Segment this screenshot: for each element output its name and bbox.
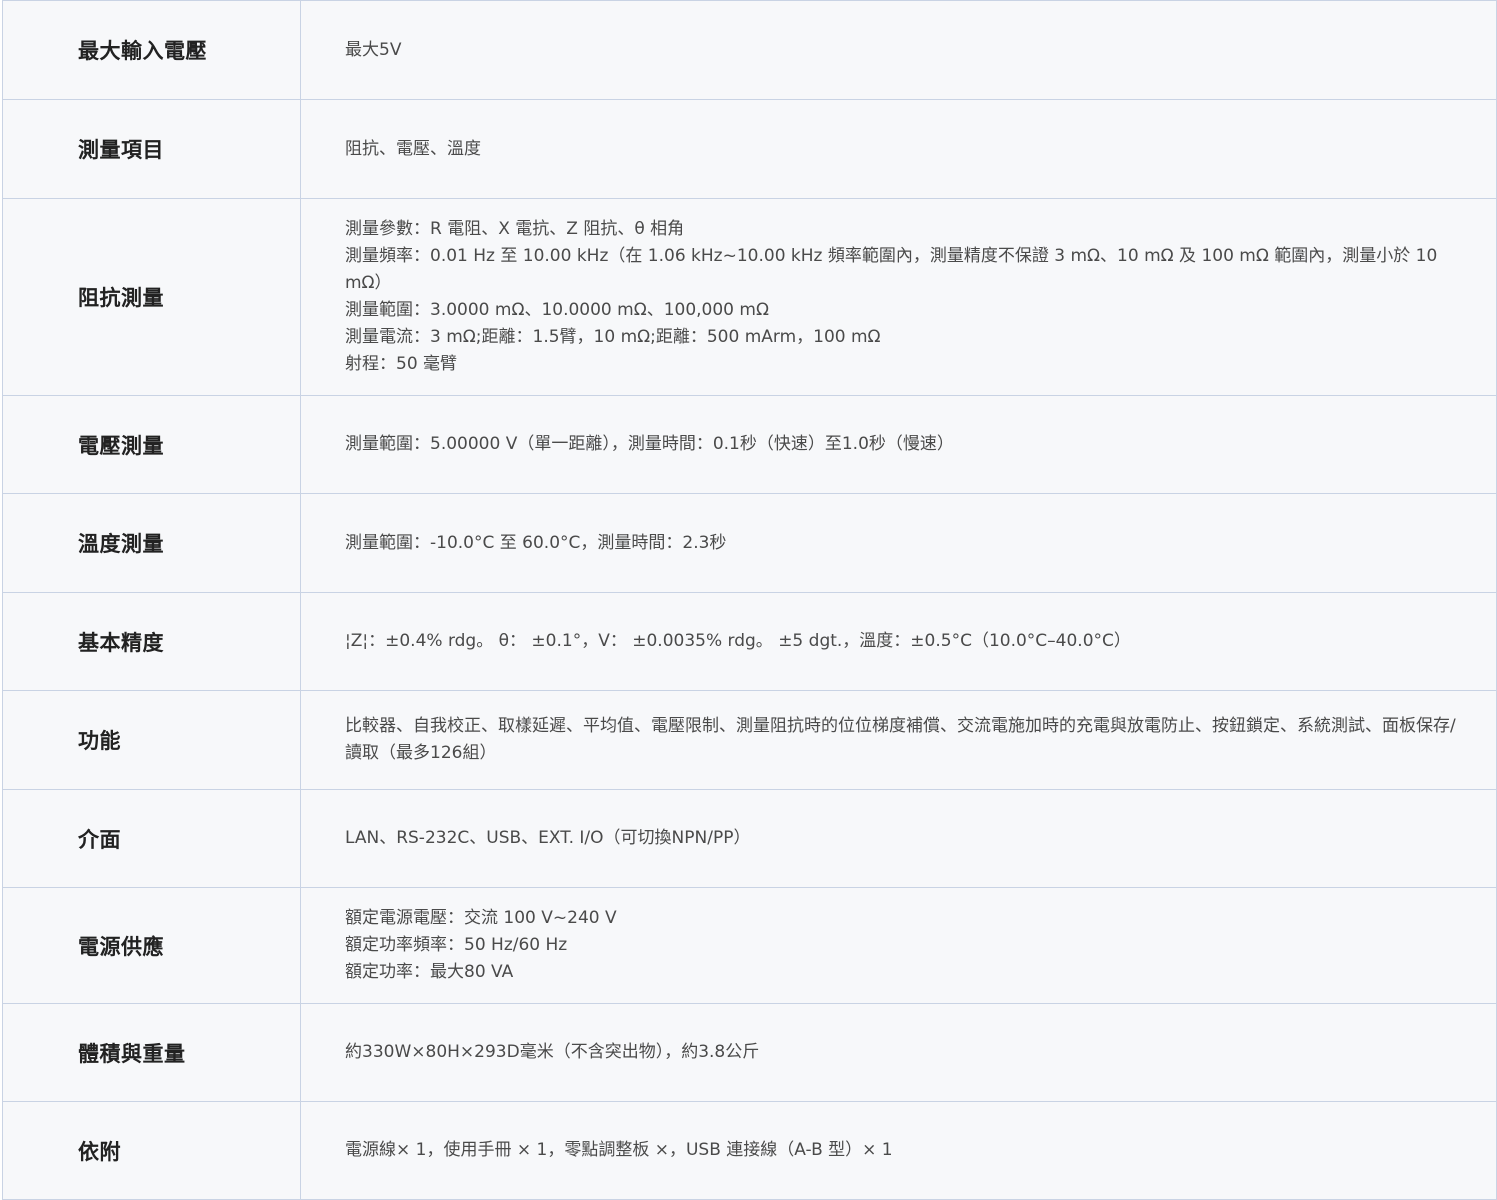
spec-value-line: 測量範圍：-10.0°C 至 60.0°C，測量時間：2.3秒 <box>345 532 727 553</box>
spec-value-line: ¦Z¦：±0.4% rdg。 θ： ±0.1°，V： ±0.0035% rdg。… <box>345 631 1131 651</box>
spec-value-line: 最大5V <box>345 39 402 60</box>
spec-value-line: 阻抗、電壓、溫度 <box>345 138 481 159</box>
spec-value-line: 測量範圍：3.0000 mΩ、10.0000 mΩ、100,000 mΩ <box>345 300 769 320</box>
spec-label: 測量項目 <box>2 99 301 199</box>
spec-value-line: 額定電源電壓：交流 100 V~240 V <box>345 908 617 928</box>
spec-table: 最大輸入電壓 最大5V 測量項目 阻抗、電壓、溫度 阻抗測量 測量參數：R 電阻… <box>2 0 1497 1200</box>
spec-label: 功能 <box>2 690 301 790</box>
spec-label: 電源供應 <box>2 887 301 1004</box>
spec-label: 依附 <box>2 1101 301 1200</box>
spec-label: 體積與重量 <box>2 1003 301 1102</box>
spec-value-line: 測量頻率：0.01 Hz 至 10.00 kHz（在 1.06 kHz~10.0… <box>345 246 1438 293</box>
spec-value-line: 額定功率頻率：50 Hz/60 Hz <box>345 935 568 955</box>
spec-row-basic-accuracy: 基本精度 ¦Z¦：±0.4% rdg。 θ： ±0.1°，V： ±0.0035%… <box>2 592 1497 691</box>
spec-value: 測量範圍：-10.0°C 至 60.0°C，測量時間：2.3秒 <box>300 493 1497 593</box>
spec-row-functions: 功能 比較器、自我校正、取樣延遲、平均值、電壓限制、測量阻抗時的位位梯度補償、交… <box>2 690 1497 790</box>
spec-row-interface: 介面 LAN、RS-232C、USB、EXT. I/O（可切換NPN/PP） <box>2 789 1497 888</box>
spec-row-power-supply: 電源供應 額定電源電壓：交流 100 V~240 V 額定功率頻率：50 Hz/… <box>2 887 1497 1004</box>
spec-label: 阻抗測量 <box>2 198 301 396</box>
spec-value: 電源線× 1，使用手冊 × 1，零點調整板 ×，USB 連接線（A-B 型）× … <box>300 1101 1497 1200</box>
spec-value-line: 額定功率：最大80 VA <box>345 962 514 982</box>
spec-row-measurement-items: 測量項目 阻抗、電壓、溫度 <box>2 99 1497 199</box>
spec-label: 介面 <box>2 789 301 888</box>
spec-value: 測量範圍：5.00000 V（單一距離），測量時間：0.1秒（快速）至1.0秒（… <box>300 395 1497 494</box>
spec-value-line: 測量範圍：5.00000 V（單一距離），測量時間：0.1秒（快速）至1.0秒（… <box>345 434 954 454</box>
spec-row-max-input-voltage: 最大輸入電壓 最大5V <box>2 0 1497 100</box>
spec-row-impedance-measurement: 阻抗測量 測量參數：R 電阻、X 電抗、Z 阻抗、θ 相角 測量頻率：0.01 … <box>2 198 1497 396</box>
spec-label: 基本精度 <box>2 592 301 691</box>
spec-value-line: 射程：50 毫臂 <box>345 354 458 374</box>
spec-value: LAN、RS-232C、USB、EXT. I/O（可切換NPN/PP） <box>300 789 1497 888</box>
spec-label: 最大輸入電壓 <box>2 0 301 100</box>
spec-value-line: 電源線× 1，使用手冊 × 1，零點調整板 ×，USB 連接線（A-B 型）× … <box>345 1140 893 1160</box>
spec-row-temperature-measurement: 溫度測量 測量範圍：-10.0°C 至 60.0°C，測量時間：2.3秒 <box>2 493 1497 593</box>
spec-value: 阻抗、電壓、溫度 <box>300 99 1497 199</box>
spec-value-line: 比較器、自我校正、取樣延遲、平均值、電壓限制、測量阻抗時的位位梯度補償、交流電施… <box>345 716 1456 763</box>
spec-label: 溫度測量 <box>2 493 301 593</box>
spec-value: 額定電源電壓：交流 100 V~240 V 額定功率頻率：50 Hz/60 Hz… <box>300 887 1497 1004</box>
spec-value: 測量參數：R 電阻、X 電抗、Z 阻抗、θ 相角 測量頻率：0.01 Hz 至 … <box>300 198 1497 396</box>
spec-value-line: 測量電流：3 mΩ;距離：1.5臂，10 mΩ;距離：500 mArm，100 … <box>345 327 881 347</box>
spec-label: 電壓測量 <box>2 395 301 494</box>
spec-row-dimensions-weight: 體積與重量 約330W×80H×293D毫米（不含突出物），約3.8公斤 <box>2 1003 1497 1102</box>
spec-row-accessories: 依附 電源線× 1，使用手冊 × 1，零點調整板 ×，USB 連接線（A-B 型… <box>2 1101 1497 1200</box>
spec-value: 最大5V <box>300 0 1497 100</box>
spec-value-line: 約330W×80H×293D毫米（不含突出物），約3.8公斤 <box>345 1042 760 1062</box>
spec-row-voltage-measurement: 電壓測量 測量範圍：5.00000 V（單一距離），測量時間：0.1秒（快速）至… <box>2 395 1497 494</box>
spec-value: 比較器、自我校正、取樣延遲、平均值、電壓限制、測量阻抗時的位位梯度補償、交流電施… <box>300 690 1497 790</box>
spec-value: 約330W×80H×293D毫米（不含突出物），約3.8公斤 <box>300 1003 1497 1102</box>
spec-value-line: LAN、RS-232C、USB、EXT. I/O（可切換NPN/PP） <box>345 828 751 848</box>
spec-value: ¦Z¦：±0.4% rdg。 θ： ±0.1°，V： ±0.0035% rdg。… <box>300 592 1497 691</box>
spec-value-line: 測量參數：R 電阻、X 電抗、Z 阻抗、θ 相角 <box>345 219 685 239</box>
